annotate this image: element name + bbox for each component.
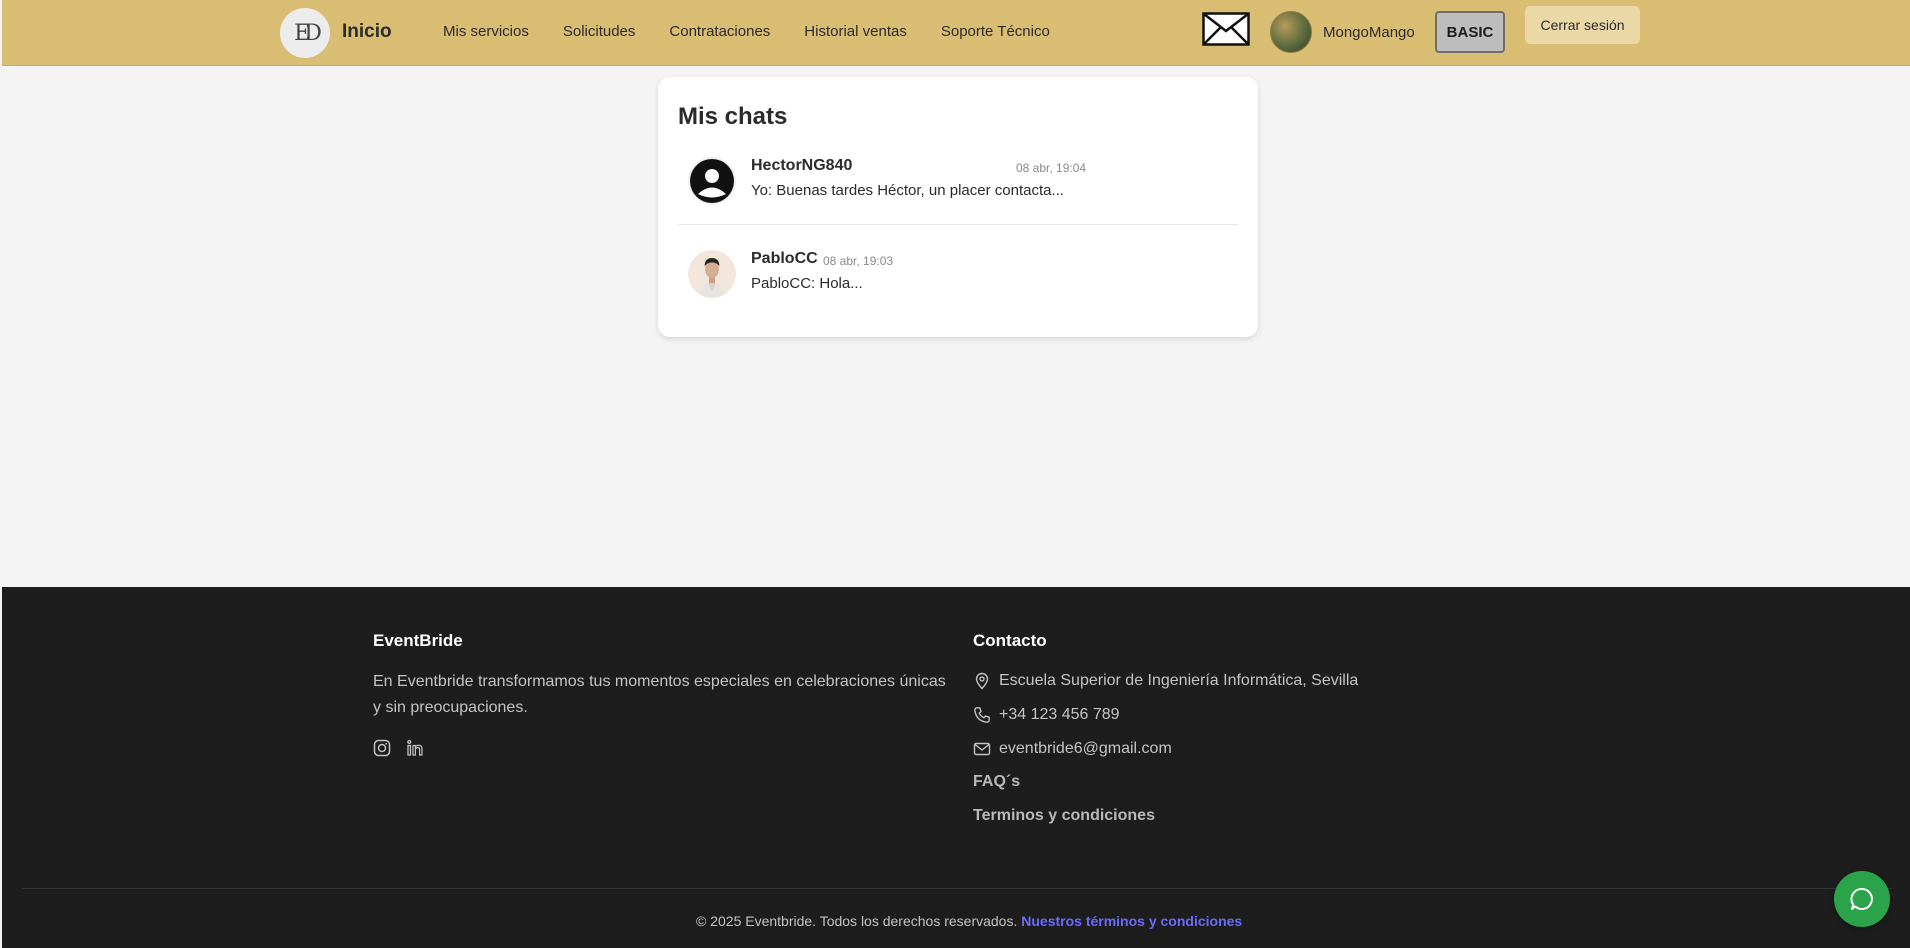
- chat-item-pablocc[interactable]: PabloCC 08 abr, 19:03 PabloCC: Hola...: [678, 240, 1238, 320]
- nav-item-mis-servicios[interactable]: Mis servicios: [443, 23, 529, 40]
- chat-preview: PabloCC: Hola...: [751, 275, 863, 292]
- nav-item-soporte-tecnico[interactable]: Soporte Técnico: [941, 23, 1050, 40]
- instagram-icon[interactable]: [373, 739, 391, 757]
- chat-fab-button[interactable]: [1834, 871, 1890, 927]
- default-avatar-icon: [688, 157, 736, 205]
- footer-brand-desc-1: En Eventbride transformamos tus momentos…: [373, 673, 946, 690]
- contact-phone: +34 123 456 789: [999, 706, 1120, 723]
- chats-title: Mis chats: [678, 103, 788, 130]
- messages-envelope-icon[interactable]: [1202, 12, 1250, 46]
- chat-name: HectorNG840: [751, 157, 853, 174]
- footer-divider: [22, 888, 1892, 889]
- footer: EventBride En Eventbride transformamos t…: [2, 587, 1910, 948]
- user-photo-avatar: [688, 250, 736, 298]
- username[interactable]: MongoMango: [1323, 24, 1415, 41]
- main-nav: Mis servicios Solicitudes Contrataciones…: [443, 23, 1084, 40]
- chat-name: PabloCC: [751, 250, 818, 267]
- top-navbar: ED Inicio Mis servicios Solicitudes Cont…: [2, 0, 1910, 66]
- chats-panel: Mis chats HectorNG840 08 abr, 19:04 Yo: …: [658, 77, 1258, 337]
- copyright: © 2025 Eventbride. Todos los derechos re…: [696, 913, 1242, 929]
- linkedin-icon[interactable]: [406, 739, 424, 757]
- email-icon: [973, 742, 991, 756]
- copyright-text: © 2025 Eventbride. Todos los derechos re…: [696, 913, 1018, 929]
- footer-brand-title: EventBride: [373, 631, 463, 650]
- chat-bubble-icon: [1850, 888, 1873, 910]
- terms-link[interactable]: Terminos y condiciones: [973, 807, 1155, 825]
- home-link[interactable]: Inicio: [342, 21, 392, 43]
- plan-badge[interactable]: BASIC: [1435, 11, 1505, 53]
- contact-email[interactable]: eventbride6@gmail.com: [999, 736, 1172, 762]
- logo-icon[interactable]: ED: [280, 8, 330, 58]
- logout-button[interactable]: Cerrar sesión: [1525, 6, 1640, 44]
- faq-link[interactable]: FAQ´s: [973, 773, 1020, 791]
- footer-contact-title: Contacto: [973, 631, 1047, 650]
- chat-preview: Yo: Buenas tardes Héctor, un placer cont…: [751, 182, 1064, 199]
- footer-brand-desc-2: y sin preocupaciones.: [373, 699, 528, 716]
- contact-address: Escuela Superior de Ingeniería Informáti…: [999, 672, 1359, 689]
- location-pin-icon: [975, 672, 989, 690]
- phone-icon: [974, 707, 990, 723]
- chat-time: 08 abr, 19:04: [1016, 161, 1087, 175]
- nav-item-historial-ventas[interactable]: Historial ventas: [804, 23, 907, 40]
- nav-item-solicitudes[interactable]: Solicitudes: [563, 23, 636, 40]
- chat-time: 08 abr, 19:03: [823, 254, 894, 268]
- chat-item-hectorng840[interactable]: HectorNG840 08 abr, 19:04 Yo: Buenas tar…: [678, 147, 1238, 225]
- copyright-terms-link[interactable]: Nuestros términos y condiciones: [1021, 913, 1242, 929]
- nav-item-contrataciones[interactable]: Contrataciones: [669, 23, 770, 40]
- user-avatar[interactable]: [1270, 11, 1312, 53]
